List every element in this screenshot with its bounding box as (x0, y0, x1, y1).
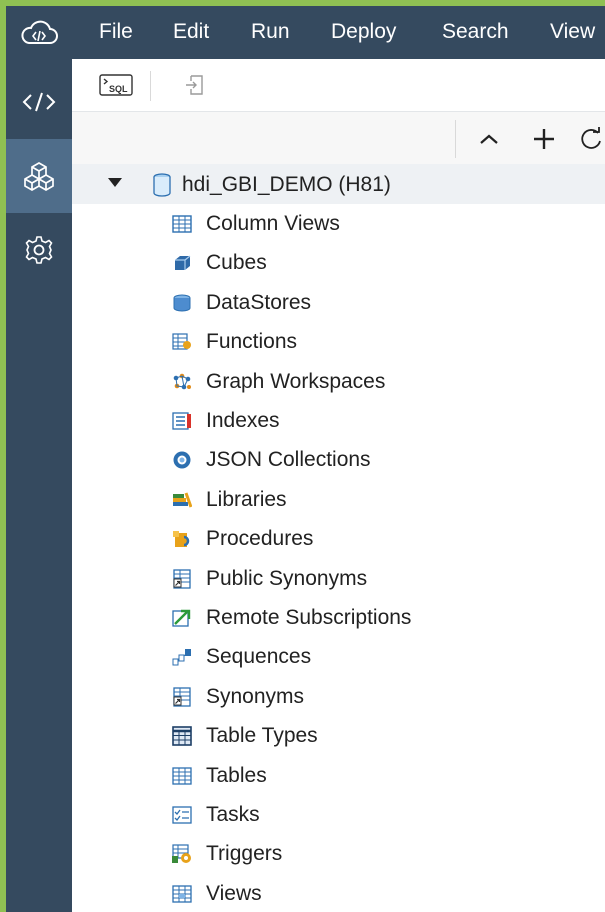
tree-item-label: Procedures (206, 527, 314, 551)
tree-item[interactable]: Column Views (72, 204, 605, 243)
tree-toolbar-divider (455, 120, 456, 158)
tree-item-label: Triggers (206, 842, 283, 866)
tree-item[interactable]: Indexes (72, 401, 605, 440)
libraries-icon (173, 492, 192, 508)
tree-item-label: Cubes (206, 251, 267, 275)
tree-item-label: Functions (206, 330, 298, 354)
side-rail (6, 59, 72, 912)
menu-run[interactable]: Run (251, 20, 290, 44)
sql-console-label: SQL (109, 84, 128, 94)
tree-item[interactable]: JSON Collections (72, 440, 605, 479)
tree-item[interactable]: DataStores (72, 283, 605, 322)
code-icon[interactable] (6, 65, 72, 139)
indexes-icon (172, 412, 191, 430)
tree-item[interactable]: Views (72, 874, 605, 912)
menu-bar: File Edit Run Deploy Search View (6, 6, 605, 59)
tree-item-label: Remote Subscriptions (206, 606, 412, 629)
tables-icon (172, 766, 192, 785)
app-window: File Edit Run Deploy Search View SQL hdi… (6, 6, 605, 912)
column-views-icon (172, 215, 192, 233)
sql-console-button[interactable]: SQL (99, 69, 133, 101)
tree-item[interactable]: Remote Subscriptions (72, 598, 605, 637)
menu-view[interactable]: View (550, 20, 595, 44)
public-synonyms-icon (173, 568, 191, 589)
toolbar-divider (150, 71, 151, 101)
triggers-icon (172, 844, 191, 864)
database-icon (153, 173, 171, 197)
tree-item[interactable]: Tasks (72, 795, 605, 834)
tree-item-label: Sequences (206, 645, 312, 669)
tree-item-label: JSON Collections (206, 448, 371, 472)
tree-item[interactable]: Cubes (72, 243, 605, 282)
tree-toolbar (72, 112, 605, 164)
menu-edit[interactable]: Edit (173, 20, 209, 44)
tree-item-label: Libraries (206, 487, 287, 511)
json-collections-icon (173, 451, 191, 469)
tree-item-label: Table Types (206, 724, 318, 748)
tree-item-label: Synonyms (206, 684, 305, 708)
tree-item-label: Tasks (206, 803, 260, 826)
tree-item[interactable]: Tables (72, 756, 605, 795)
tree-item[interactable]: Sequences (72, 637, 605, 676)
tree-item[interactable]: Synonyms (72, 677, 605, 716)
tree-item-label: Views (206, 881, 262, 905)
menu-file[interactable]: File (99, 20, 133, 44)
tree-item[interactable]: Triggers (72, 834, 605, 873)
tree-item[interactable]: Graph Workspaces (72, 362, 605, 401)
table-types-icon (172, 726, 192, 746)
cubes-icon (175, 255, 191, 271)
tree-item[interactable]: Table Types (72, 716, 605, 755)
tree-item[interactable]: Public Synonyms (72, 559, 605, 598)
functions-icon (172, 333, 191, 350)
tree-item-label: Column Views (206, 212, 340, 235)
menu-search[interactable]: Search (442, 20, 509, 44)
gear-icon[interactable] (6, 213, 72, 287)
plus-icon[interactable] (525, 120, 563, 158)
tree-item-label: Public Synonyms (206, 566, 368, 590)
database-tree: hdi_GBI_DEMO (H81) Column Views Cubes Data… (72, 164, 605, 912)
tree-item-label: Tables (206, 763, 267, 787)
views-icon (172, 885, 192, 903)
tree-item-label: Graph Workspaces (206, 369, 386, 393)
sequences-icon (172, 649, 191, 666)
synonyms-icon (173, 687, 191, 707)
procedures-icon (173, 531, 190, 548)
tree-item-label: Indexes (206, 409, 280, 432)
menu-deploy[interactable]: Deploy (331, 20, 396, 44)
tree-item[interactable]: Libraries (72, 480, 605, 519)
tree-item[interactable]: Procedures (72, 519, 605, 558)
tree-root-row[interactable]: hdi_GBI_DEMO (H81) (72, 164, 605, 204)
remote-subscriptions-icon (172, 609, 191, 627)
tasks-icon (172, 806, 192, 824)
tree-root-label: hdi_GBI_DEMO (H81) (182, 173, 391, 196)
tree-item[interactable]: Functions (72, 322, 605, 361)
import-icon[interactable] (178, 69, 212, 101)
cloud-code-icon[interactable] (6, 6, 72, 59)
datastores-icon (173, 294, 191, 312)
chevron-up-icon[interactable] (470, 120, 508, 158)
graph-workspaces-icon (173, 373, 191, 389)
database-explorer-icon[interactable] (6, 139, 72, 213)
toolbar: SQL (72, 59, 605, 112)
expand-caret-icon[interactable] (108, 178, 122, 187)
refresh-icon[interactable] (572, 120, 605, 158)
tree-item-label: DataStores (206, 290, 312, 314)
